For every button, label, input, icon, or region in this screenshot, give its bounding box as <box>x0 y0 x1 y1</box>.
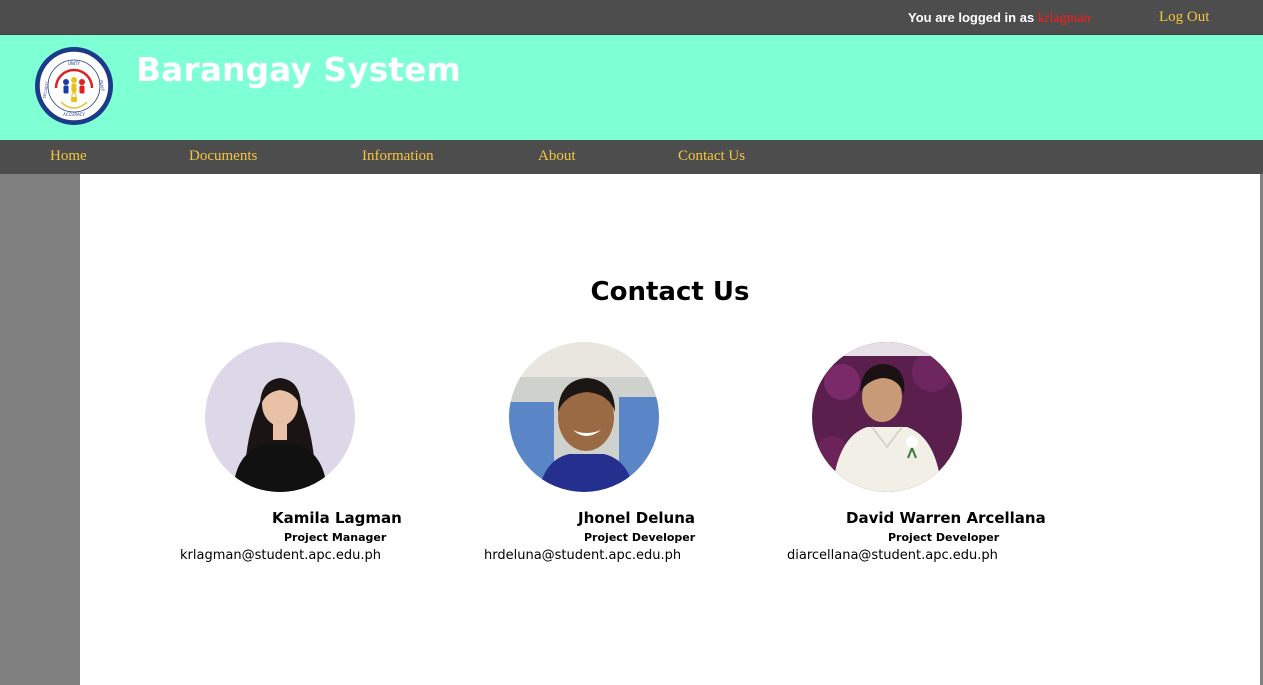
logout-link[interactable]: Log Out <box>1159 9 1209 26</box>
logged-in-username: krlagman <box>1037 11 1091 26</box>
seal-text-bottom: ACCURACY <box>63 112 85 117</box>
page-title: Contact Us <box>590 277 750 307</box>
member-photo-david <box>812 342 962 492</box>
main-content: Contact Us Kamila Lagman Project Manager… <box>80 174 1260 685</box>
top-bar: You are logged in as krlagman Log Out <box>0 0 1263 35</box>
member-photo-jhonel <box>509 342 659 492</box>
nav-documents[interactable]: Documents <box>189 148 257 165</box>
nav-contact-us[interactable]: Contact Us <box>678 148 745 165</box>
seal-text-top: UNITY <box>68 61 81 66</box>
member-photo-kamila <box>205 342 355 492</box>
member-role: Project Developer <box>888 531 1000 544</box>
login-status-label: You are logged in as <box>908 10 1038 25</box>
member-role: Project Developer <box>584 531 696 544</box>
member-email: krlagman@student.apc.edu.ph <box>180 548 382 563</box>
left-margin <box>0 174 80 685</box>
member-name: Jhonel Deluna <box>578 509 696 527</box>
nav-information[interactable]: Information <box>362 148 434 165</box>
member-name: Kamila Lagman <box>272 509 402 527</box>
nav-about[interactable]: About <box>538 148 576 165</box>
site-title: Barangay System <box>136 50 461 89</box>
main-nav: Home Documents Information About Contact… <box>0 140 1263 174</box>
nav-home[interactable]: Home <box>50 148 87 165</box>
site-banner: UNITY ACCURACY SECURITY PEACE Barangay S… <box>0 35 1263 140</box>
member-email: hrdeluna@student.apc.edu.ph <box>484 548 682 563</box>
barangay-seal-icon: UNITY ACCURACY SECURITY PEACE <box>35 47 113 125</box>
member-email: diarcellana@student.apc.edu.ph <box>787 548 998 563</box>
member-name: David Warren Arcellana <box>846 509 1046 527</box>
login-status: You are logged in as krlagman <box>908 10 1091 27</box>
member-role: Project Manager <box>284 531 387 544</box>
